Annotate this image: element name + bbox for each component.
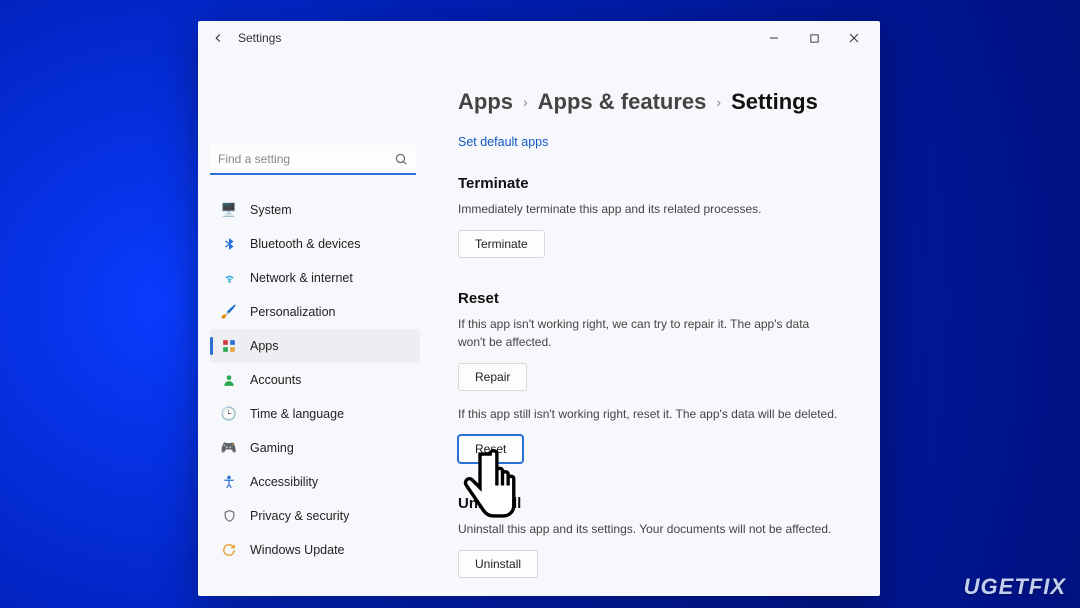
minimize-button[interactable] xyxy=(754,24,794,52)
apps-icon xyxy=(220,337,238,355)
sidebar-item-personalization[interactable]: 🖌️ Personalization xyxy=(210,295,420,329)
window-controls xyxy=(754,24,874,52)
set-default-apps-link[interactable]: Set default apps xyxy=(458,135,548,149)
watermark: UGETFIX xyxy=(964,574,1066,600)
sidebar-item-label: Apps xyxy=(250,339,279,353)
search-wrap xyxy=(210,145,416,175)
sidebar-item-windows-update[interactable]: Windows Update xyxy=(210,533,420,567)
gaming-icon: 🎮 xyxy=(220,439,238,457)
update-icon xyxy=(220,541,238,559)
sidebar-item-bluetooth[interactable]: Bluetooth & devices xyxy=(210,227,420,261)
uninstall-title: Uninstall xyxy=(458,495,850,512)
clock-icon: 🕒 xyxy=(220,405,238,423)
sidebar-item-label: Accounts xyxy=(250,373,301,387)
uninstall-desc: Uninstall this app and its settings. You… xyxy=(458,520,838,538)
sidebar-item-time-language[interactable]: 🕒 Time & language xyxy=(210,397,420,431)
repair-button[interactable]: Repair xyxy=(458,363,527,391)
sidebar: 🖥️ System Bluetooth & devices Network & … xyxy=(198,55,428,596)
titlebar: Settings xyxy=(198,21,880,55)
sidebar-item-system[interactable]: 🖥️ System xyxy=(210,193,420,227)
sidebar-item-accounts[interactable]: Accounts xyxy=(210,363,420,397)
search-icon xyxy=(394,152,408,171)
bluetooth-icon xyxy=(220,235,238,253)
terminate-button[interactable]: Terminate xyxy=(458,230,545,258)
sidebar-item-label: Gaming xyxy=(250,441,294,455)
sidebar-nav: 🖥️ System Bluetooth & devices Network & … xyxy=(210,193,428,567)
shield-icon xyxy=(220,507,238,525)
sidebar-item-privacy[interactable]: Privacy & security xyxy=(210,499,420,533)
sidebar-item-label: Network & internet xyxy=(250,271,353,285)
sidebar-item-gaming[interactable]: 🎮 Gaming xyxy=(210,431,420,465)
back-button[interactable] xyxy=(204,24,232,52)
sidebar-item-label: Bluetooth & devices xyxy=(250,237,361,251)
main-content: Apps › Apps & features › Settings Set de… xyxy=(428,55,880,596)
breadcrumb-settings: Settings xyxy=(731,89,818,115)
reset-title: Reset xyxy=(458,290,850,307)
window-title: Settings xyxy=(238,31,281,45)
sidebar-item-label: Privacy & security xyxy=(250,509,349,523)
maximize-button[interactable] xyxy=(794,24,834,52)
breadcrumb-apps-features[interactable]: Apps & features xyxy=(538,89,707,115)
terminate-desc: Immediately terminate this app and its r… xyxy=(458,200,838,218)
sidebar-item-label: Accessibility xyxy=(250,475,318,489)
sidebar-item-label: System xyxy=(250,203,292,217)
wifi-icon xyxy=(220,269,238,287)
terminate-title: Terminate xyxy=(458,175,850,192)
reset-desc: If this app still isn't working right, r… xyxy=(458,405,838,423)
breadcrumb-apps[interactable]: Apps xyxy=(458,89,513,115)
chevron-right-icon: › xyxy=(716,94,721,110)
sidebar-item-network[interactable]: Network & internet xyxy=(210,261,420,295)
accounts-icon xyxy=(220,371,238,389)
sidebar-item-accessibility[interactable]: Accessibility xyxy=(210,465,420,499)
sidebar-item-apps[interactable]: Apps xyxy=(210,329,420,363)
sidebar-item-label: Windows Update xyxy=(250,543,345,557)
breadcrumb: Apps › Apps & features › Settings xyxy=(458,89,850,115)
settings-window: Settings 🖥️ System xyxy=(198,21,880,596)
chevron-right-icon: › xyxy=(523,94,528,110)
repair-desc: If this app isn't working right, we can … xyxy=(458,315,838,351)
sidebar-item-label: Personalization xyxy=(250,305,335,319)
search-input[interactable] xyxy=(210,145,416,175)
system-icon: 🖥️ xyxy=(220,201,238,219)
sidebar-item-label: Time & language xyxy=(250,407,344,421)
paint-icon: 🖌️ xyxy=(220,303,238,321)
reset-button[interactable]: Reset xyxy=(458,435,523,463)
uninstall-button[interactable]: Uninstall xyxy=(458,550,538,578)
close-button[interactable] xyxy=(834,24,874,52)
accessibility-icon xyxy=(220,473,238,491)
